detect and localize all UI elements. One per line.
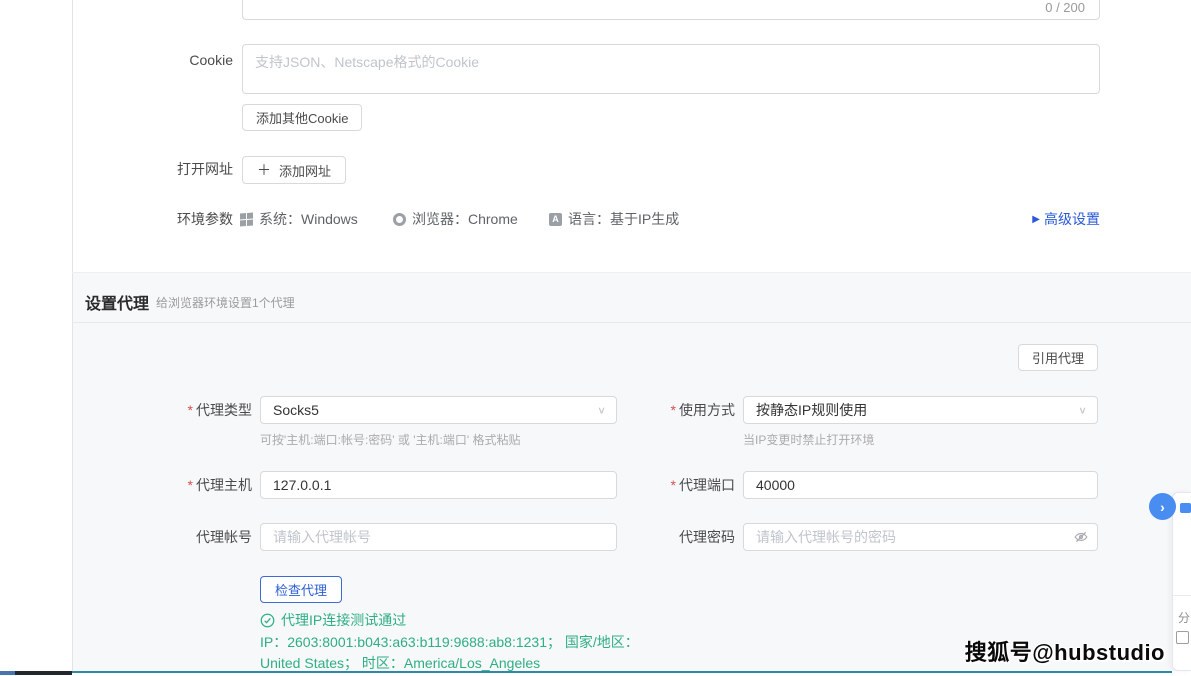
usage-mode-help: 当IP变更时禁止打开环境 [743,431,874,448]
proxy-account-label: 代理帐号 [100,523,252,551]
chevron-right-icon: › [1160,499,1165,515]
proxy-test-status-text: 代理IP连接测试通过 [281,610,406,630]
plus-icon: ＋ [257,160,271,180]
triangle-right-icon: ▶ [1032,214,1040,225]
proxy-type-label: * 代理类型 [100,396,252,424]
advanced-settings-label: 高级设置 [1044,209,1100,229]
proxy-type-label-text: 代理类型 [196,400,252,420]
required-mark: * [188,477,193,493]
env-language: A 语言：基于IP生成 [549,205,679,233]
add-other-cookie-button[interactable]: 添加其他Cookie [242,104,362,131]
proxy-section-title: 设置代理 [85,290,149,314]
proxy-test-geo-line: United States； 时区：America/Los_Angeles [260,653,540,673]
usage-mode-label: * 使用方式 [580,396,735,424]
proxy-type-select[interactable]: Socks5 ∨ [260,396,617,424]
quote-proxy-button[interactable]: 引用代理 [1018,344,1098,371]
drawer-checkbox-fragment[interactable] [1176,631,1189,644]
remark-textarea[interactable]: 0 / 200 [242,0,1100,20]
proxy-password-label: 代理密码 [580,523,735,551]
drawer-divider [1173,595,1191,596]
char-counter: 0 / 200 [1045,0,1085,15]
eye-off-icon[interactable] [1074,530,1088,544]
section-header-divider [72,322,1191,323]
env-params-label: 环境参数 [80,205,233,233]
proxy-account-input[interactable] [260,523,617,551]
usage-mode-select[interactable]: 按静态IP规则使用 ∨ [743,396,1098,424]
proxy-port-input[interactable] [743,471,1098,499]
windows-icon [240,212,253,226]
proxy-host-label: * 代理主机 [100,471,252,499]
cookie-placeholder: 支持JSON、Netscape格式的Cookie [255,54,479,70]
env-language-text: 语言：基于IP生成 [568,209,679,229]
advanced-settings-link[interactable]: ▶ 高级设置 [1032,205,1100,233]
usage-mode-label-text: 使用方式 [679,400,735,420]
check-proxy-button[interactable]: 检查代理 [260,576,342,603]
bottom-strip-blue-segment [0,671,15,675]
left-gutter [0,0,73,676]
proxy-host-input[interactable] [260,471,617,499]
open-url-label: 打开网址 [80,155,233,183]
env-browser-text: 浏览器：Chrome [412,209,518,229]
proxy-port-label-text: 代理端口 [679,475,735,495]
required-mark: * [671,402,676,418]
required-mark: * [671,477,676,493]
cookie-label: Cookie [80,46,233,74]
proxy-test-ip-line: IP：2603:8001:b043:a63:b119:9688:ab8:1231… [260,632,639,652]
env-browser: 浏览器：Chrome [393,205,518,233]
watermark: 搜狐号@hubstudio [965,635,1165,667]
proxy-host-label-text: 代理主机 [196,475,252,495]
check-circle-icon [260,613,275,628]
proxy-port-label: * 代理端口 [580,471,735,499]
side-drawer-panel [1172,492,1191,671]
required-mark: * [188,402,193,418]
add-url-button-label: 添加网址 [279,161,331,180]
proxy-test-status: 代理IP连接测试通过 [260,610,406,630]
cookie-textarea[interactable]: 支持JSON、Netscape格式的Cookie [242,44,1100,94]
proxy-section-subtitle: 给浏览器环境设置1个代理 [156,294,295,311]
add-url-button[interactable]: ＋ 添加网址 [242,156,346,184]
bottom-strip-progress-line [72,671,1172,673]
chrome-icon [393,213,406,226]
drawer-blue-icon-fragment [1180,503,1191,513]
section-top-divider [72,272,1191,273]
bottom-strip-dark-segment [15,671,72,675]
usage-mode-value: 按静态IP规则使用 [756,400,867,420]
env-system-text: 系统：Windows [259,209,358,229]
env-system: 系统：Windows [240,205,358,233]
proxy-password-input[interactable] [743,523,1098,551]
drawer-text-fragment: 分 [1178,609,1190,626]
proxy-type-help: 可按'主机:端口:帐号:密码' 或 '主机:端口' 格式粘贴 [260,431,521,448]
drawer-toggle-button[interactable]: › [1149,493,1176,520]
chevron-down-icon: ∨ [1078,404,1087,416]
proxy-type-value: Socks5 [273,402,319,418]
language-icon: A [549,213,562,226]
